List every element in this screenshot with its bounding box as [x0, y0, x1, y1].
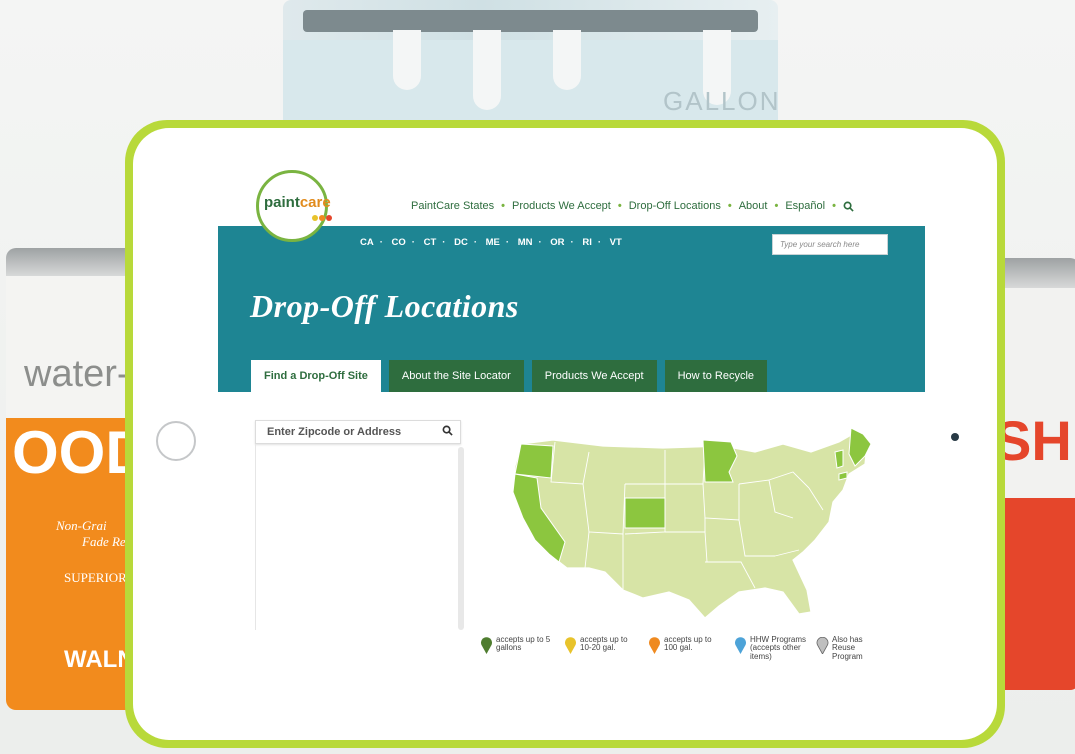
us-map[interactable]: [493, 422, 903, 622]
nav-paintcare-states[interactable]: PaintCare States: [411, 200, 494, 212]
logo-paint: paint: [264, 194, 300, 211]
state-link-or[interactable]: OR: [550, 237, 564, 248]
legend-item-10-20-gallons: accepts up to 10-20 gal.: [564, 635, 640, 661]
state-colorado: [624, 497, 666, 529]
state-link-ct[interactable]: CT: [424, 237, 437, 248]
scene: GALLON water-p OOD Non-Grai Fade Re SUPE…: [0, 0, 1075, 754]
paint-drip: [553, 30, 581, 90]
hero-banner: Drop-Off Locations Find a Drop-Off Site …: [218, 262, 925, 392]
us-map-base: [512, 433, 868, 619]
map-pin-icon: [565, 637, 576, 654]
page-title: Drop-Off Locations: [250, 288, 519, 324]
logo-dots: [312, 208, 333, 226]
can-small-text: Non-Grai: [56, 518, 107, 533]
map-pin-icon: [481, 637, 492, 654]
can-rim: [303, 10, 758, 32]
website-screen: paintcare PaintCare States • Products We…: [218, 168, 925, 713]
tablet-device: paintcare PaintCare States • Products We…: [125, 120, 1005, 748]
tab-bar: Find a Drop-Off Site About the Site Loca…: [251, 360, 768, 392]
paint-drip: [473, 30, 501, 110]
state-vermont: [834, 449, 844, 469]
map-pin-icon: [649, 637, 660, 654]
state-oregon: [514, 443, 554, 479]
results-list: [255, 444, 461, 630]
state-link-ri[interactable]: RI: [582, 237, 592, 248]
search-icon[interactable]: [843, 201, 854, 212]
legend-item-100-gallons: accepts up to 100 gal.: [648, 635, 726, 661]
legend-item-5-gallons: accepts up to 5 gallons: [480, 635, 556, 661]
state-link-dc[interactable]: DC: [454, 237, 468, 248]
results-scrollbar[interactable]: [458, 447, 464, 630]
home-button[interactable]: [156, 421, 196, 461]
top-navigation: PaintCare States • Products We Accept • …: [411, 200, 854, 212]
tab-products-we-accept[interactable]: Products We Accept: [531, 360, 657, 392]
site-search-input[interactable]: Type your search here: [772, 234, 888, 255]
legend-item-hhw-programs: HHW Programs (accepts other items): [734, 635, 808, 661]
nav-separator: •: [617, 200, 622, 212]
map-pin-icon: [735, 637, 746, 654]
legend-label: HHW Programs (accepts other items): [750, 635, 807, 661]
map-legend: accepts up to 5 gallons accepts up to 10…: [480, 635, 892, 661]
can-small-text: SUPERIOR: [64, 570, 127, 585]
legend-item-reuse-program: Also has Reuse Program: [816, 635, 884, 661]
nav-separator: •: [501, 200, 506, 212]
map-pin-icon: [816, 637, 829, 654]
locator-content: Enter Zipcode or Address accepts up to 5…: [218, 392, 925, 713]
search-icon[interactable]: [442, 425, 453, 439]
state-link-co[interactable]: CO: [392, 237, 406, 248]
nav-espanol[interactable]: Español: [785, 200, 825, 212]
state-link-ca[interactable]: CA: [360, 237, 374, 248]
legend-label: accepts up to 100 gal.: [664, 635, 712, 653]
tab-about-site-locator[interactable]: About the Site Locator: [388, 360, 524, 392]
nav-drop-off-locations[interactable]: Drop-Off Locations: [629, 200, 721, 212]
can-product-text: SH: [994, 409, 1072, 472]
state-link-mn[interactable]: MN: [518, 237, 533, 248]
camera-dot: [951, 433, 959, 441]
paint-can-top: GALLON: [283, 0, 778, 140]
tablet-bezel: paintcare PaintCare States • Products We…: [133, 128, 997, 740]
paint-drip: [393, 30, 421, 90]
nav-products-we-accept[interactable]: Products We Accept: [512, 200, 611, 212]
nav-separator: •: [727, 200, 732, 212]
legend-label: Also has Reuse Program: [832, 635, 863, 661]
legend-label: accepts up to 5 gallons: [496, 635, 551, 653]
can-small-text: Fade Re: [82, 534, 126, 549]
tab-find-drop-off-site[interactable]: Find a Drop-Off Site: [251, 360, 381, 392]
nav-separator: •: [832, 200, 836, 212]
nav-about[interactable]: About: [739, 200, 768, 212]
state-bar: CA · CO · CT · DC · ME · MN · OR · RI · VT Type …: [218, 226, 925, 262]
nav-separator: •: [774, 200, 779, 212]
state-connecticut: [838, 471, 848, 481]
state-link-me[interactable]: ME: [486, 237, 500, 248]
can-gallon-text: GALLON: [663, 86, 778, 116]
state-link-vt[interactable]: VT: [610, 237, 622, 248]
tab-how-to-recycle[interactable]: How to Recycle: [664, 360, 768, 392]
state-maine: [848, 427, 872, 467]
site-header: paintcare PaintCare States • Products We…: [218, 168, 925, 242]
zipcode-placeholder: Enter Zipcode or Address: [267, 426, 402, 438]
legend-label: accepts up to 10-20 gal.: [580, 635, 628, 653]
zipcode-search-input[interactable]: Enter Zipcode or Address: [255, 420, 461, 444]
state-links: CA · CO · CT · DC · ME · MN · OR · RI · VT: [360, 237, 622, 248]
